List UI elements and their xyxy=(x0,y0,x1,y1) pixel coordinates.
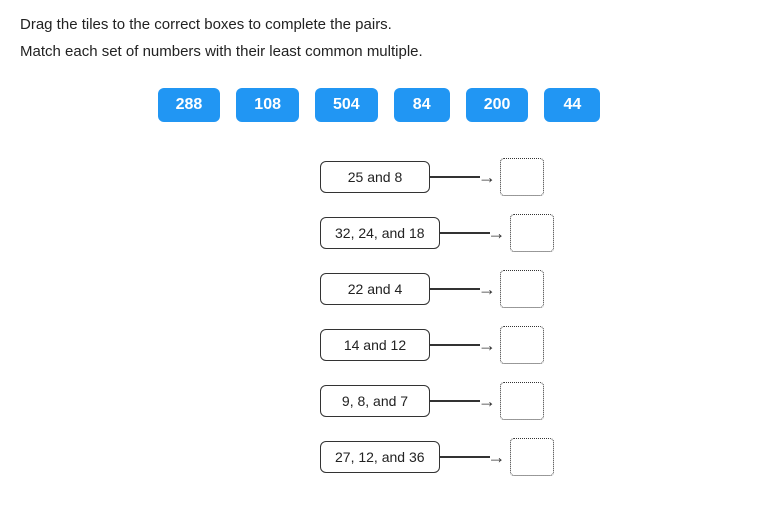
pair-5-label: 9, 8, and 7 xyxy=(320,385,430,417)
pair-5-drop-box[interactable] xyxy=(500,382,544,420)
pair-4: 14 and 12→ xyxy=(320,326,738,364)
pair-3: 22 and 4→ xyxy=(320,270,738,308)
pair-1-drop-box[interactable] xyxy=(500,158,544,196)
pairs-section: 25 and 8→32, 24, and 18→22 and 4→14 and … xyxy=(320,158,738,476)
pair-2-label: 32, 24, and 18 xyxy=(320,217,440,249)
pair-1-arrowhead-icon: → xyxy=(478,168,496,186)
tile-200[interactable]: 200 xyxy=(466,88,529,122)
tile-504[interactable]: 504 xyxy=(315,88,378,122)
pair-2-arrow: → xyxy=(440,232,510,234)
pair-4-drop-box[interactable] xyxy=(500,326,544,364)
pair-5: 9, 8, and 7→ xyxy=(320,382,738,420)
pair-6-arrow: → xyxy=(440,456,510,458)
pair-4-arrow: → xyxy=(430,344,500,346)
tile-84[interactable]: 84 xyxy=(394,88,450,122)
pair-3-arrow: → xyxy=(430,288,500,290)
pair-6-drop-box[interactable] xyxy=(510,438,554,476)
subtitle-text: Match each set of numbers with their lea… xyxy=(20,43,738,60)
pair-4-label: 14 and 12 xyxy=(320,329,430,361)
pair-1-arrow: → xyxy=(430,176,500,178)
pair-3-arrowhead-icon: → xyxy=(478,280,496,298)
pair-6-label: 27, 12, and 36 xyxy=(320,441,440,473)
pair-6: 27, 12, and 36→ xyxy=(320,438,738,476)
pair-1-label: 25 and 8 xyxy=(320,161,430,193)
pair-2: 32, 24, and 18→ xyxy=(320,214,738,252)
pair-5-arrow: → xyxy=(430,400,500,402)
tile-288[interactable]: 288 xyxy=(158,88,221,122)
instructions-text: Drag the tiles to the correct boxes to c… xyxy=(20,16,738,33)
pair-1: 25 and 8→ xyxy=(320,158,738,196)
pair-5-arrowhead-icon: → xyxy=(478,392,496,410)
tile-44[interactable]: 44 xyxy=(544,88,600,122)
pair-4-arrowhead-icon: → xyxy=(478,336,496,354)
pair-6-arrowhead-icon: → xyxy=(488,448,506,466)
pair-2-arrowhead-icon: → xyxy=(488,224,506,242)
pair-2-drop-box[interactable] xyxy=(510,214,554,252)
tiles-row: 288 108 504 84 200 44 xyxy=(20,88,738,122)
pair-3-drop-box[interactable] xyxy=(500,270,544,308)
pair-3-label: 22 and 4 xyxy=(320,273,430,305)
tile-108[interactable]: 108 xyxy=(236,88,299,122)
